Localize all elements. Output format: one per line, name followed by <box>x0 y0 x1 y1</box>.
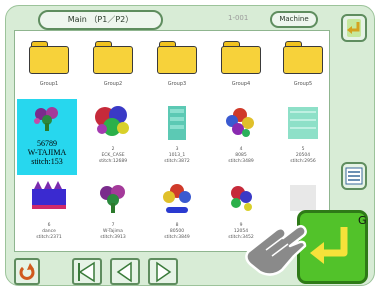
design-item[interactable]: 6 dance stitch:2371 <box>17 179 81 249</box>
first-page-button[interactable] <box>72 258 102 285</box>
list-view-button[interactable] <box>341 162 367 190</box>
folder-icon <box>157 41 197 74</box>
design-thumbnail <box>90 103 136 143</box>
folder-label: Group3 <box>167 81 187 87</box>
prev-page-button[interactable] <box>110 258 140 285</box>
folder-label: Group1 <box>39 81 59 87</box>
design-name: 80500 <box>169 229 185 234</box>
design-name: dance <box>42 229 56 234</box>
undo-icon <box>19 263 35 280</box>
design-number: 3 <box>175 147 179 152</box>
prev-page-icon <box>116 261 132 283</box>
design-item[interactable]: 2 ECK_CASE stitch:12689 <box>81 103 145 175</box>
design-thumbnail <box>34 107 58 131</box>
folder-item[interactable]: Group5 <box>271 37 335 97</box>
design-item-selected[interactable]: 56789 W-TAJIMA stitch:153 <box>17 99 77 175</box>
return-button[interactable] <box>341 14 367 42</box>
folder-item[interactable]: Group3 <box>145 37 209 97</box>
design-thumbnail <box>154 103 200 143</box>
return-arrow-icon <box>347 19 361 37</box>
folder-icon <box>29 41 69 74</box>
design-thumbnail <box>26 179 72 219</box>
design-item[interactable]: 5 20504 stitch:2956 <box>271 103 335 175</box>
button-letter-label: G <box>358 214 367 227</box>
design-stitch-count: stitch:3913 <box>100 235 126 240</box>
first-page-icon <box>78 261 95 283</box>
screen: Main （P1／P2） 1-001 Machine Group1 Group2… <box>0 0 380 291</box>
design-number: 56789 <box>37 139 57 148</box>
design-number: 4 <box>239 147 243 152</box>
design-item[interactable]: 4 8085 stitch:3489 <box>209 103 273 175</box>
design-item[interactable]: 8 80500 stitch:3849 <box>145 179 209 249</box>
design-grid: Group1 Group2 Group3 Group4 Group5 56789… <box>14 30 330 252</box>
undo-button[interactable] <box>14 258 40 285</box>
folder-label: Group4 <box>231 81 251 87</box>
design-item[interactable]: 3 1013_1 stitch:3872 <box>145 103 209 175</box>
design-stitch-count: stitch:12689 <box>98 159 128 164</box>
design-name: 8085 <box>235 153 247 158</box>
design-stitch-count: stitch:3849 <box>164 235 190 240</box>
status-text: 1-001 <box>228 14 249 22</box>
design-number: 2 <box>111 147 115 152</box>
folder-icon <box>221 41 261 74</box>
folder-item[interactable]: Group2 <box>81 37 145 97</box>
design-number: 8 <box>175 223 179 228</box>
design-name: 1013_1 <box>168 153 186 158</box>
folder-label: Group5 <box>293 81 313 87</box>
design-thumbnail <box>218 179 264 219</box>
design-stitch-count: stitch:2371 <box>36 235 62 240</box>
design-stitch-count: stitch:153 <box>31 157 63 166</box>
design-thumbnail <box>280 103 326 143</box>
design-item[interactable]: 7 W-Tajima stitch:3913 <box>81 179 145 249</box>
list-icon <box>345 167 363 185</box>
folder-label: Group2 <box>103 81 123 87</box>
design-stitch-count: stitch:3489 <box>228 159 254 164</box>
design-stitch-count: stitch:2956 <box>290 159 316 164</box>
design-thumbnail <box>218 103 264 143</box>
machine-button[interactable]: Machine <box>270 11 318 28</box>
design-number: 6 <box>47 223 51 228</box>
folder-item[interactable]: Group4 <box>209 37 273 97</box>
design-number: 7 <box>111 223 115 228</box>
page-title: Main （P1／P2） <box>38 10 163 30</box>
design-thumbnail <box>90 179 136 219</box>
next-page-icon <box>156 261 172 283</box>
design-stitch-count: stitch:3872 <box>164 159 190 164</box>
design-thumbnail <box>154 179 200 219</box>
folder-icon <box>93 41 133 74</box>
hand-pointer-icon <box>245 225 307 276</box>
design-name: W-TAJIMA <box>27 148 67 157</box>
folder-item[interactable]: Group1 <box>17 37 81 97</box>
design-name: 20504 <box>295 153 311 158</box>
design-name: ECK_CASE <box>101 153 125 158</box>
design-number: 5 <box>301 147 305 152</box>
design-name: W-Tajima <box>103 229 123 234</box>
folder-icon <box>283 41 323 74</box>
next-page-button[interactable] <box>148 258 178 285</box>
